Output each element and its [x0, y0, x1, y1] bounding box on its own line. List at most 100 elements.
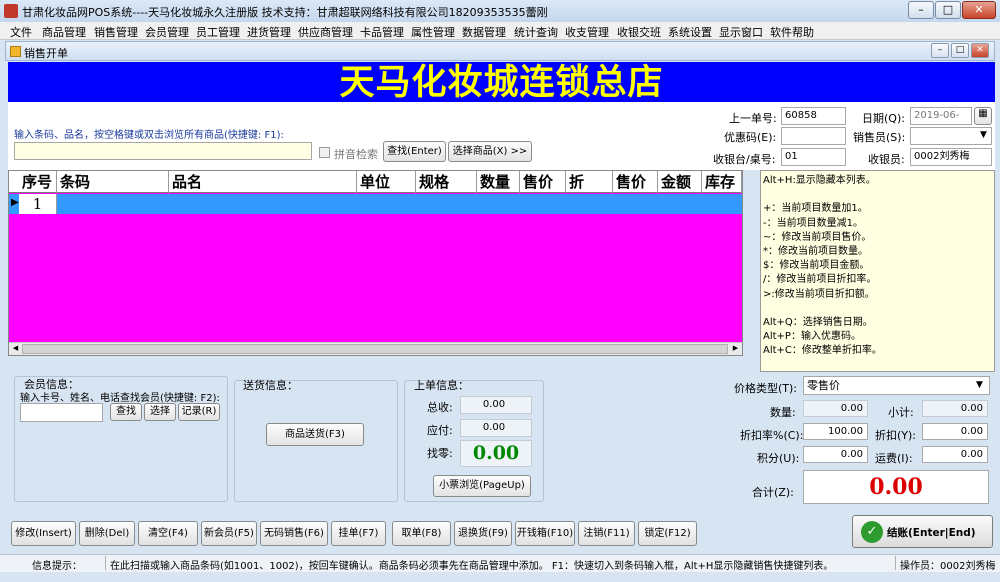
- open-drawer-button[interactable]: 开钱箱(F10): [515, 521, 575, 546]
- col-discount[interactable]: 折扣%: [566, 171, 613, 193]
- chevron-down-icon[interactable]: ▼: [976, 380, 983, 390]
- menu-bar: 文件 商品管理 销售管理 会员管理 员工管理 进货管理 供应商管理 卡品管理 属…: [0, 22, 1000, 40]
- menu-staff[interactable]: 员工管理: [196, 24, 240, 40]
- price-type-label: 价格类型(T):: [734, 382, 798, 395]
- delivery-button[interactable]: 商品送货(F3): [266, 423, 364, 446]
- scroll-left-icon[interactable]: ◀: [10, 344, 21, 354]
- date-field[interactable]: 2019-06-22: [910, 107, 972, 137]
- checkout-button[interactable]: ✓ 结账(Enter|End): [852, 515, 993, 548]
- menu-data[interactable]: 数据管理: [462, 24, 506, 40]
- station-value: 01: [781, 148, 846, 166]
- prev-order-value: 60858: [781, 107, 846, 125]
- member-select-button[interactable]: 选择: [144, 403, 176, 421]
- menu-cards[interactable]: 卡品管理: [360, 24, 404, 40]
- logout-button[interactable]: 注销(F11): [578, 521, 635, 546]
- hold-order-button[interactable]: 挂单(F7): [331, 521, 386, 546]
- last-due-label: 应付:: [427, 424, 453, 437]
- col-index[interactable]: 序号: [19, 171, 57, 193]
- col-unit[interactable]: 单位: [357, 171, 416, 193]
- app-icon: [4, 4, 18, 18]
- maximize-button[interactable]: □: [935, 1, 961, 19]
- menu-goods[interactable]: 商品管理: [42, 24, 86, 40]
- minimize-button[interactable]: –: [908, 1, 934, 19]
- menu-purchase[interactable]: 进货管理: [247, 24, 291, 40]
- delivery-title: 送货信息：: [243, 379, 298, 392]
- select-goods-button[interactable]: 选择商品(X) >>: [448, 141, 532, 162]
- status-bar: 信息提示： 在此扫描或输入商品条码(如1001、1002)，按回车键确认。商品条…: [0, 554, 1000, 572]
- points-input[interactable]: 0.00: [803, 446, 868, 463]
- child-window-bar: 销售开单 – □ ✕: [5, 41, 995, 61]
- window-title: 甘肃化妆品网POS系统----天马化妆城永久注册版 技术支持：甘肃超联网络科技有…: [22, 6, 548, 19]
- menu-sales[interactable]: 销售管理: [94, 24, 138, 40]
- status-label: 信息提示：: [32, 561, 82, 572]
- discount-input[interactable]: 0.00: [922, 423, 988, 440]
- retrieve-order-button[interactable]: 取单(F8): [392, 521, 451, 546]
- child-close-button[interactable]: ✕: [971, 43, 989, 58]
- menu-supplier[interactable]: 供应商管理: [298, 24, 353, 40]
- sales-grid[interactable]: 序号 条码 品名 单位 规格 数量 售价 折扣% 售价 金额 库存 ▶ 1 ◀ …: [8, 170, 743, 356]
- discount-rate-input[interactable]: 100.00: [803, 423, 868, 440]
- menu-statistics[interactable]: 统计查询: [514, 24, 558, 40]
- no-code-sale-button[interactable]: 无码销售(F6): [260, 521, 328, 546]
- calendar-icon[interactable]: ▦: [974, 107, 992, 125]
- chevron-down-icon[interactable]: ▼: [980, 130, 987, 140]
- member-find-button[interactable]: 查找: [110, 403, 142, 421]
- hint-line: >:修改当前项目折扣额。: [763, 288, 875, 300]
- col-price[interactable]: 售价: [520, 171, 566, 193]
- cashier-label: 收银员:: [868, 153, 905, 166]
- lock-button[interactable]: 锁定(F12): [638, 521, 697, 546]
- price-type-select[interactable]: 零售价: [803, 376, 990, 395]
- last-change-label: 找零:: [427, 447, 453, 460]
- col-name[interactable]: 品名: [169, 171, 357, 193]
- menu-file[interactable]: 文件: [10, 24, 32, 40]
- horizontal-scrollbar[interactable]: ◀ ▶: [9, 342, 742, 355]
- member-search-input[interactable]: [20, 403, 103, 422]
- new-member-button[interactable]: 新会员(F5): [201, 521, 257, 546]
- last-due-value: 0.00: [460, 419, 532, 437]
- pinyin-checkbox[interactable]: [319, 147, 330, 158]
- clear-button[interactable]: 清空(F4): [138, 521, 198, 546]
- checkout-label: 结账(Enter|End): [887, 527, 976, 539]
- menu-finance[interactable]: 收支管理: [565, 24, 609, 40]
- col-price-2[interactable]: 售价: [613, 171, 658, 193]
- table-row[interactable]: ▶ 1: [9, 194, 742, 214]
- col-barcode[interactable]: 条码: [57, 171, 169, 193]
- col-stock[interactable]: 库存: [702, 171, 742, 193]
- edit-button[interactable]: 修改(Insert): [11, 521, 76, 546]
- col-qty[interactable]: 数量: [477, 171, 520, 193]
- hint-line: Alt+Q：选择销售日期。: [763, 316, 873, 328]
- shipping-input[interactable]: 0.00: [922, 446, 988, 463]
- row-pointer-icon: ▶: [11, 197, 19, 208]
- col-amount[interactable]: 金额: [658, 171, 702, 193]
- menu-attributes[interactable]: 属性管理: [411, 24, 455, 40]
- hint-line: *：修改当前项目数量。: [763, 245, 868, 257]
- last-order-title: 上单信息：: [414, 379, 469, 392]
- child-minimize-button[interactable]: –: [931, 43, 949, 58]
- child-maximize-button[interactable]: □: [951, 43, 969, 58]
- check-icon: ✓: [861, 521, 883, 543]
- find-button[interactable]: 查找(Enter): [383, 141, 446, 162]
- coupon-input[interactable]: [781, 127, 846, 145]
- station-label: 收银台/桌号:: [713, 153, 776, 166]
- scrollbar-thumb[interactable]: [22, 344, 728, 354]
- discount-rate-label: 折扣率%(C):: [740, 429, 804, 442]
- receipt-browse-button[interactable]: 小票浏览(PageUp): [433, 475, 531, 497]
- member-record-button[interactable]: 记录(R): [178, 403, 220, 421]
- menu-shift[interactable]: 收银交班: [617, 24, 661, 40]
- status-divider: [895, 556, 896, 570]
- close-button[interactable]: ✕: [962, 1, 996, 19]
- scroll-right-icon[interactable]: ▶: [730, 344, 741, 354]
- menu-window[interactable]: 显示窗口: [719, 24, 763, 40]
- hint-line: +：当前项目数量加1。: [763, 203, 868, 215]
- delete-button[interactable]: 删除(Del): [79, 521, 135, 546]
- barcode-input[interactable]: [14, 142, 312, 160]
- return-exchange-button[interactable]: 退换货(F9): [454, 521, 512, 546]
- hint-line: [763, 188, 992, 202]
- menu-settings[interactable]: 系统设置: [668, 24, 712, 40]
- grid-header: 序号 条码 品名 单位 规格 数量 售价 折扣% 售价 金额 库存: [9, 171, 742, 193]
- menu-help[interactable]: 软件帮助: [770, 24, 814, 40]
- col-spec[interactable]: 规格: [416, 171, 477, 193]
- hint-line: Alt+H:显示隐藏本列表。: [763, 175, 876, 186]
- subtotal-label: 小计:: [888, 406, 914, 419]
- menu-members[interactable]: 会员管理: [145, 24, 189, 40]
